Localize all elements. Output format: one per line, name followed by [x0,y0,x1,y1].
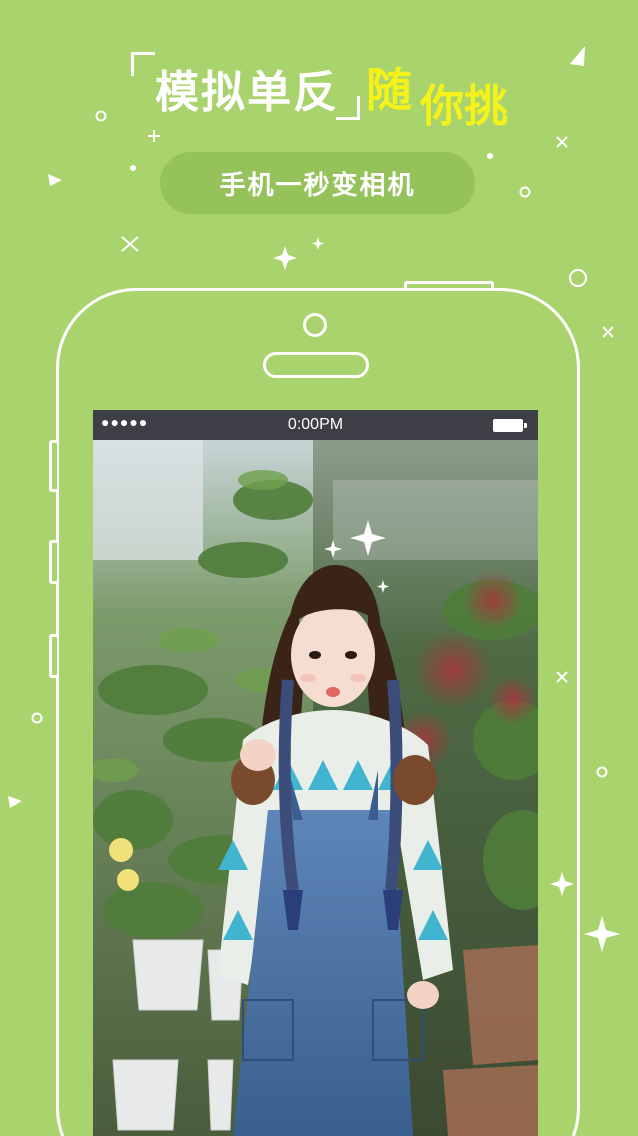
status-bar: ●●●●● 0:00PM [93,410,538,440]
battery-icon [493,419,527,432]
headline: 模拟单反 随 你挑 [0,0,638,150]
bracket-open-decoration [131,52,155,76]
phone-side-button [49,440,57,492]
headline-accent-text: 随 [366,63,412,117]
phone-speaker-icon [263,352,369,378]
status-time: 0:00PM [287,416,344,433]
phone-volume-up-button [49,540,57,584]
bracket-close-decoration [336,96,360,120]
phone-camera-icon [303,313,327,337]
headline-accent-text-2: 你挑 [420,81,508,132]
photo-girl-in-overalls [93,440,538,1136]
subtitle-pill: 手机一秒变相机 [160,152,475,214]
phone-screen: ●●●●● 0:00PM [93,410,538,1136]
phone-volume-down-button [49,634,57,678]
headline-main-text: 模拟单反 [155,67,339,118]
